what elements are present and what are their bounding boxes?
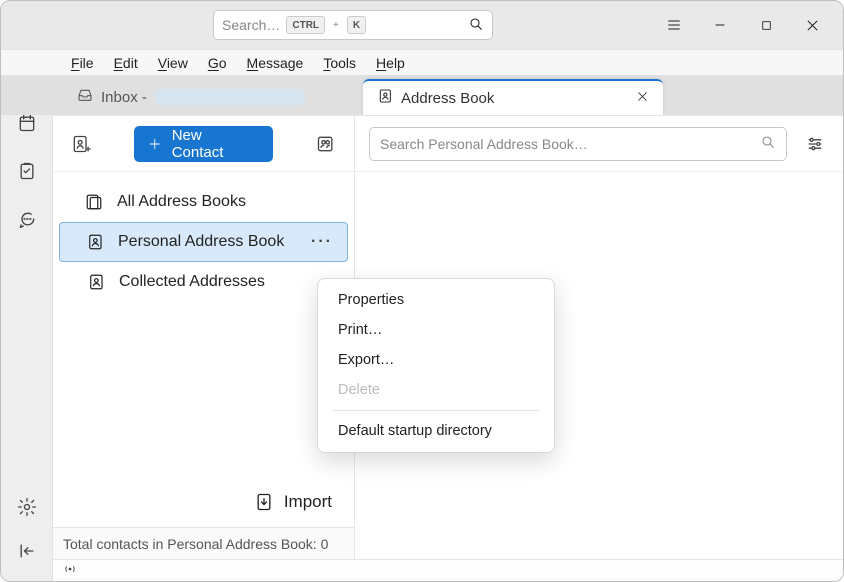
settings-rail-button[interactable] <box>9 489 45 525</box>
context-menu: Properties Print… Export… Delete Default… <box>317 278 555 453</box>
addressbook-icon <box>87 273 105 291</box>
calendar-icon <box>17 113 37 133</box>
cm-delete: Delete <box>322 375 550 405</box>
plus-icon <box>148 137 162 151</box>
sliders-icon <box>805 134 825 154</box>
tab-addressbook[interactable]: Address Book <box>363 79 663 115</box>
new-addressbook-button[interactable] <box>67 130 94 158</box>
new-list-button[interactable] <box>313 130 340 158</box>
ab-item-personal[interactable]: Personal Address Book ··· <box>59 222 348 262</box>
kbd-plus: + <box>331 16 341 34</box>
search-icon <box>468 16 484 35</box>
hamburger-button[interactable] <box>651 9 697 41</box>
close-icon <box>636 90 649 103</box>
contact-search-input[interactable]: Search Personal Address Book… <box>369 127 787 161</box>
ab-item-all[interactable]: All Address Books <box>53 182 354 222</box>
addressbook-list-pane: New Contact All Address Books Personal A… <box>53 116 355 559</box>
menu-message[interactable]: Message <box>239 53 312 73</box>
menu-go[interactable]: Go <box>200 53 235 73</box>
addressbook-tab-icon <box>377 88 393 108</box>
inbox-tab-icon <box>77 87 93 107</box>
import-button[interactable]: Import <box>53 477 354 527</box>
import-label: Import <box>284 492 332 512</box>
contact-search-placeholder: Search Personal Address Book… <box>380 136 588 152</box>
minimize-button[interactable] <box>697 9 743 41</box>
new-contact-label: New Contact <box>172 127 255 161</box>
ab-item-more-button[interactable]: ··· <box>311 233 333 251</box>
maximize-button[interactable] <box>743 9 789 41</box>
gear-icon <box>17 497 37 517</box>
redacted-account <box>155 89 305 105</box>
contact-list-icon <box>316 134 336 154</box>
broadcast-icon <box>61 562 79 579</box>
menu-tools[interactable]: Tools <box>315 53 364 73</box>
menubar: File Edit View Go Message Tools Help <box>1 49 843 75</box>
ab-item-personal-label: Personal Address Book <box>118 233 284 251</box>
tab-inbox[interactable]: Inbox - <box>63 79 363 115</box>
ab-item-collected-label: Collected Addresses <box>119 273 265 291</box>
cm-print[interactable]: Print… <box>322 315 550 345</box>
addressbook-all-icon <box>85 193 103 211</box>
tabstrip: Inbox - Address Book <box>1 75 843 115</box>
addressbook-list: All Address Books Personal Address Book … <box>53 172 354 302</box>
tab-inbox-label: Inbox - <box>101 89 147 106</box>
collapse-rail-button[interactable] <box>9 533 45 569</box>
import-icon <box>254 492 274 512</box>
tab-close-button[interactable] <box>636 90 649 107</box>
cm-separator <box>332 410 540 411</box>
addressbook-plus-icon <box>71 134 91 154</box>
addressbook-icon <box>86 233 104 251</box>
cm-properties[interactable]: Properties <box>322 285 550 315</box>
app-window: Search… CTRL + K Fi <box>0 0 844 582</box>
chat-icon <box>17 209 37 229</box>
kbd-ctrl: CTRL <box>286 16 325 34</box>
close-window-button[interactable] <box>789 9 835 41</box>
hamburger-icon <box>666 17 682 33</box>
close-icon <box>805 18 820 33</box>
cm-default-startup[interactable]: Default startup directory <box>322 416 550 446</box>
app-statusbar <box>53 559 843 581</box>
minimize-icon <box>713 18 727 32</box>
titlebar: Search… CTRL + K <box>1 1 843 49</box>
menu-view[interactable]: View <box>150 53 196 73</box>
menu-edit[interactable]: Edit <box>106 53 146 73</box>
chat-rail-button[interactable] <box>9 201 45 237</box>
tasks-rail-button[interactable] <box>9 153 45 189</box>
tab-addressbook-label: Address Book <box>401 90 494 107</box>
status-total-contacts: Total contacts in Personal Address Book:… <box>53 527 354 559</box>
new-contact-button[interactable]: New Contact <box>134 126 273 162</box>
ab-item-all-label: All Address Books <box>117 193 246 211</box>
cm-export[interactable]: Export… <box>322 345 550 375</box>
search-icon <box>760 134 776 153</box>
right-toolbar: Search Personal Address Book… <box>355 116 843 172</box>
global-search-input[interactable]: Search… CTRL + K <box>213 10 493 40</box>
menu-file[interactable]: File <box>63 53 102 73</box>
collapse-left-icon <box>17 541 37 561</box>
search-placeholder: Search… <box>222 17 280 33</box>
ab-item-collected[interactable]: Collected Addresses <box>53 262 354 302</box>
kbd-k: K <box>347 16 366 34</box>
tasks-icon <box>17 161 37 181</box>
left-toolbar: New Contact <box>53 116 354 172</box>
maximize-icon <box>760 19 773 32</box>
menu-help[interactable]: Help <box>368 53 413 73</box>
display-options-button[interactable] <box>801 130 829 158</box>
